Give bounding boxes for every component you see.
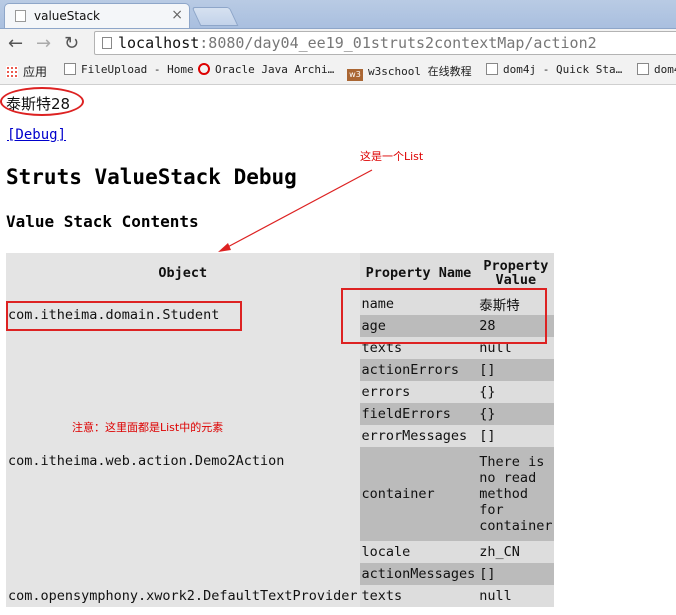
annotation-note: 注意：这里面都是List中的元素: [72, 421, 224, 434]
annotation-arrow: [218, 169, 373, 252]
annotation-list-label: 这是一个List: [360, 150, 424, 163]
